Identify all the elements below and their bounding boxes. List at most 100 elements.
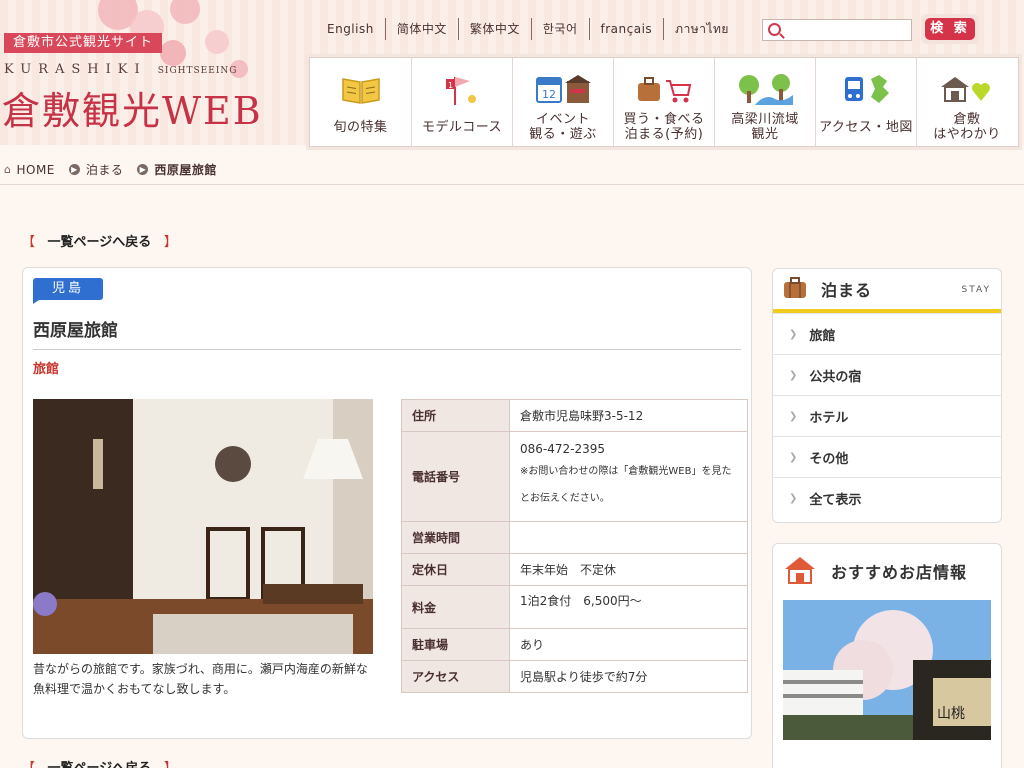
breadcrumb-stay-label: 泊まる <box>85 163 124 177</box>
info-value-hours <box>509 521 748 554</box>
info-label-price: 料金 <box>401 585 510 629</box>
svg-text:1: 1 <box>448 81 453 90</box>
breadcrumb-current-label: 西原屋旅館 <box>154 163 217 177</box>
bracket-close: 】 <box>164 761 177 768</box>
sidebar-item-label: 公共の宿 <box>809 369 862 385</box>
calendar-icon: 12 <box>535 68 591 112</box>
sidebar-item-label: ホテル <box>809 410 849 426</box>
info-label-parking: 駐車場 <box>401 628 510 661</box>
lang-thai[interactable]: ภาษาไทย <box>663 18 740 40</box>
lang-traditional-chinese[interactable]: 繁体中文 <box>457 18 531 40</box>
breadcrumb-current: ▶ 西原屋旅館 <box>137 161 217 178</box>
nav-event-label: イベント 観る・遊ぶ <box>529 112 597 142</box>
svg-text:山桃: 山桃 <box>937 706 965 722</box>
table-row: 定休日 年末年始 不定休 <box>401 553 748 586</box>
nav-access-map-label: アクセス・地図 <box>819 120 913 135</box>
bracket-close: 】 <box>163 235 177 250</box>
suitcase-icon <box>783 276 807 302</box>
breadcrumb-home-label: HOME <box>16 162 55 177</box>
house-heart-icon <box>939 68 995 112</box>
sidebar-recommend-header: おすすめお店情報 <box>773 544 1001 598</box>
shopping-icon <box>636 68 692 112</box>
table-row: アクセス 児島駅より徒歩で約7分 <box>401 660 748 693</box>
area-badge: 児島 <box>33 278 103 304</box>
facility-card: 児島 西原屋旅館 旅館 昔ながらの旅館です。家族づれ、商用に。瀬戸内海産の新鮮な… <box>22 267 752 739</box>
back-to-list-link-bottom[interactable]: 【 一覧ページへ戻る 】 <box>22 757 177 768</box>
info-label-access: アクセス <box>401 660 510 693</box>
info-value-access: 児島駅より徒歩で約7分 <box>509 660 748 693</box>
facility-photo <box>33 399 373 654</box>
facility-info-table: 住所 倉敷市児島味野3-5-12 電話番号 086-472-2395 ※お問い合… <box>401 399 748 693</box>
bracket-open: 【 <box>22 235 36 250</box>
brand-sub-text: KURASHIKI <box>4 62 147 77</box>
back-to-list-label: 一覧ページへ戻る <box>47 235 152 250</box>
nav-shop-eat-stay-label: 買う・食べる 泊まる(予約) <box>623 112 705 142</box>
table-row: 営業時間 <box>401 521 748 554</box>
facility-name: 西原屋旅館 <box>33 316 741 350</box>
sidebar-item-other[interactable]: ❯ その他 <box>773 436 1001 477</box>
breadcrumb: ⌂ HOME ▶ 泊まる ▶ 西原屋旅館 <box>0 155 1024 185</box>
lang-french[interactable]: français <box>588 18 664 40</box>
nav-kurashiki-guide[interactable]: 倉敷 はやわかり <box>916 58 1017 146</box>
lang-english[interactable]: English <box>316 18 385 40</box>
sidebar-stay-en: STAY <box>961 285 991 295</box>
chevron-right-icon: ❯ <box>789 328 798 340</box>
info-phone-cell: 086-472-2395 ※お問い合わせの際は「倉敷観光WEB」を見たとお伝えく… <box>509 431 748 522</box>
svg-text:12: 12 <box>542 88 556 101</box>
arrow-right-icon: ▶ <box>137 164 149 175</box>
home-icon: ⌂ <box>4 163 12 176</box>
table-row: 駐車場 あり <box>401 628 748 661</box>
info-label-phone: 電話番号 <box>401 431 510 522</box>
breadcrumb-home[interactable]: ⌂ HOME <box>4 163 55 177</box>
nav-kurashiki-guide-label: 倉敷 はやわかり <box>933 112 1001 142</box>
nav-access-map[interactable]: アクセス・地図 <box>815 58 916 146</box>
site-tagline: 倉敷市公式観光サイト <box>4 33 162 53</box>
search-button-label: 検 索 <box>925 18 975 40</box>
info-value-phone[interactable]: 086-472-2395 <box>520 442 737 456</box>
info-label-closed: 定休日 <box>401 553 510 586</box>
nav-shop-eat-stay[interactable]: 買う・食べる 泊まる(予約) <box>613 58 714 146</box>
table-row: 電話番号 086-472-2395 ※お問い合わせの際は「倉敷観光WEB」を見た… <box>401 431 748 522</box>
brand-subtitle[interactable]: KURASHIKI SIGHTSEEING <box>4 62 237 77</box>
back-to-list-label: 一覧ページへ戻る <box>48 761 152 768</box>
chevron-right-icon: ❯ <box>789 492 798 504</box>
flag-course-icon: 1 <box>442 68 482 112</box>
breadcrumb-stay[interactable]: ▶ 泊まる <box>68 161 124 178</box>
recommend-shop-photo[interactable]: 山桃 <box>783 600 991 740</box>
search-button[interactable]: 検 索 <box>921 14 979 44</box>
bracket-open: 【 <box>22 761 35 768</box>
river-trees-icon <box>735 68 795 112</box>
lang-korean[interactable]: 한국어 <box>530 18 589 40</box>
sidebar-item-ryokan[interactable]: ❯ 旅館 <box>773 313 1001 354</box>
brand-sub-small: SIGHTSEEING <box>157 66 238 76</box>
search-icon <box>768 23 781 36</box>
nav-feature[interactable]: 旬の特集 <box>310 58 411 146</box>
arrow-right-icon: ▶ <box>68 164 80 175</box>
nav-model-course-label: モデルコース <box>421 120 503 135</box>
sidebar-recommend: おすすめお店情報 山桃 <box>772 543 1002 768</box>
table-row: 住所 倉敷市児島味野3-5-12 <box>401 399 748 432</box>
sidebar-stay-menu: 泊まる STAY ❯ 旅館 ❯ 公共の宿 ❯ ホテル ❯ その他 ❯ 全て表示 <box>772 268 1002 523</box>
back-to-list-link[interactable]: 【 一覧ページへ戻る 】 <box>22 231 177 250</box>
info-value-price: 1泊2食付 6,500円〜 <box>509 585 748 629</box>
info-label-address: 住所 <box>401 399 510 432</box>
sidebar-item-label: 旅館 <box>809 328 836 344</box>
nav-event[interactable]: 12 イベント 観る・遊ぶ <box>512 58 613 146</box>
language-bar: English 简体中文 繁体中文 한국어 français ภาษาไทย <box>316 18 740 40</box>
house-icon <box>783 555 817 588</box>
lang-simplified-chinese[interactable]: 简体中文 <box>384 18 458 40</box>
nav-model-course[interactable]: 1 モデルコース <box>411 58 512 146</box>
search-input[interactable] <box>785 21 909 39</box>
site-logo[interactable]: 倉敷観光WEB <box>2 80 263 135</box>
nav-takahashi-river[interactable]: 高梁川流域 観光 <box>714 58 815 146</box>
sidebar-stay-title: 泊まる <box>821 281 873 300</box>
sidebar-recommend-title: おすすめお店情報 <box>831 563 968 582</box>
sidebar-item-hotel[interactable]: ❯ ホテル <box>773 395 1001 436</box>
facility-category[interactable]: 旅館 <box>33 358 59 377</box>
info-value-parking: あり <box>509 628 748 661</box>
main-nav: 旬の特集 1 モデルコース 12 イベント 観る・遊ぶ 買う・食べる 泊まる(予… <box>309 57 1019 147</box>
site-header: 倉敷市公式観光サイト KURASHIKI SIGHTSEEING 倉敷観光WEB… <box>0 0 1024 147</box>
sidebar-item-show-all[interactable]: ❯ 全て表示 <box>773 477 1001 518</box>
sidebar-item-public-lodging[interactable]: ❯ 公共の宿 <box>773 354 1001 395</box>
table-row: 料金 1泊2食付 6,500円〜 <box>401 585 748 629</box>
